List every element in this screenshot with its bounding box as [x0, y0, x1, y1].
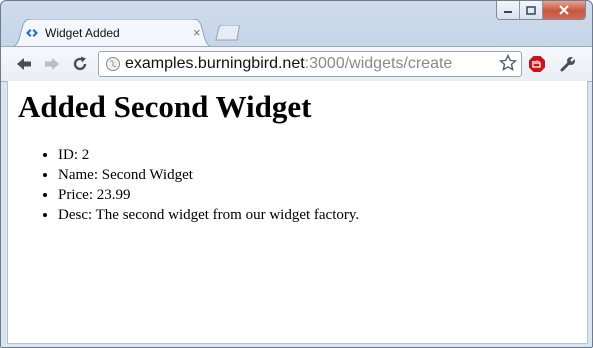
tab-close-icon[interactable]: × — [193, 25, 201, 40]
maximize-icon — [526, 5, 536, 15]
bookmark-star-icon[interactable] — [499, 54, 517, 72]
reload-button[interactable] — [71, 55, 89, 73]
list-item: Desc: The second widget from our widget … — [58, 205, 359, 225]
widget-details-list: ID: 2 Name: Second Widget Price: 23.99 D… — [18, 145, 359, 225]
page-heading: Added Second Widget — [18, 89, 312, 124]
minimize-button[interactable] — [497, 1, 520, 19]
page-content: Added Second Widget ID: 2 Name: Second W… — [7, 81, 588, 344]
url-host: examples.burningbird.net — [125, 55, 305, 72]
browser-window: Widget Added × examples.burningbird.net:… — [0, 0, 593, 348]
navigation-toolbar: examples.burningbird.net:3000/widgets/cr… — [1, 46, 592, 82]
code-favicon-icon — [26, 29, 38, 37]
close-window-button[interactable] — [543, 1, 585, 19]
url-path: :3000/widgets/create — [304, 55, 453, 72]
reload-icon — [73, 56, 87, 71]
back-button[interactable] — [15, 55, 33, 73]
adblock-button[interactable] — [528, 55, 546, 73]
close-icon — [559, 5, 569, 15]
url-text: examples.burningbird.net:3000/widgets/cr… — [125, 55, 452, 73]
back-icon — [17, 58, 31, 70]
wrench-icon — [560, 56, 576, 72]
list-item: ID: 2 — [58, 145, 359, 165]
adblock-icon — [529, 56, 545, 72]
list-item: Price: 23.99 — [58, 185, 359, 205]
settings-wrench-button[interactable] — [559, 55, 577, 73]
forward-icon — [45, 58, 59, 70]
page-globe-icon — [106, 57, 120, 71]
forward-button[interactable] — [43, 55, 61, 73]
tab-title: Widget Added — [45, 26, 120, 40]
maximize-button[interactable] — [520, 1, 543, 19]
list-item: Name: Second Widget — [58, 165, 359, 185]
address-bar[interactable]: examples.burningbird.net:3000/widgets/cr… — [98, 51, 522, 77]
title-bar: Widget Added × — [1, 1, 592, 47]
window-caption-buttons — [496, 1, 586, 20]
minimize-icon — [504, 11, 512, 13]
new-tab-button[interactable] — [215, 25, 241, 41]
